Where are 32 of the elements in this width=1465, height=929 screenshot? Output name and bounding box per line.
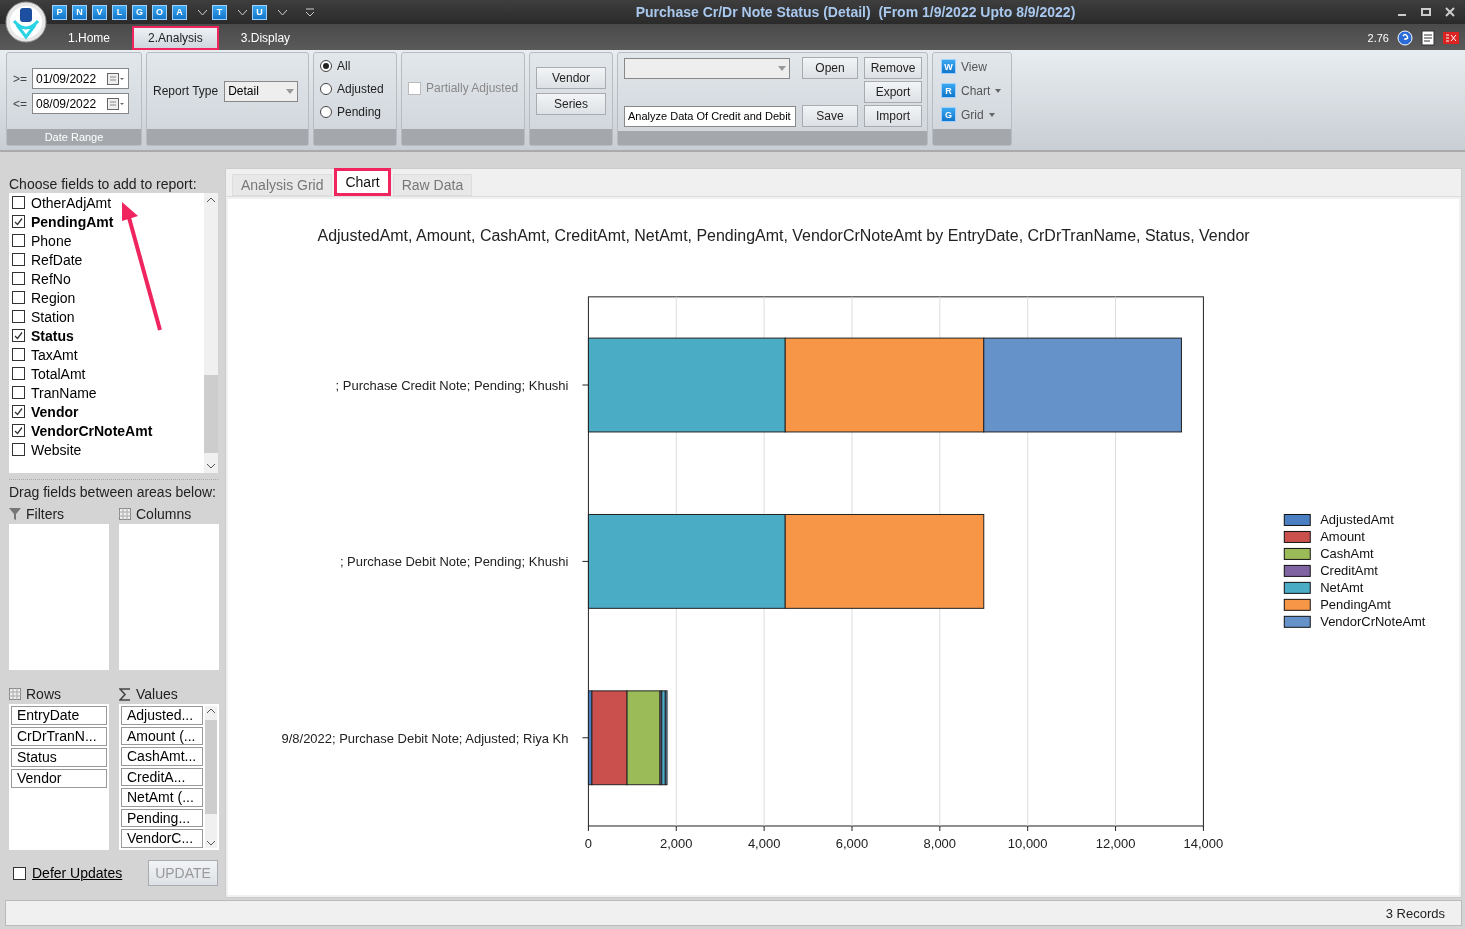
axis-tick-label: 6,000 xyxy=(835,835,869,851)
group-caption: Date Range xyxy=(7,129,141,145)
legend-label: NetAmt xyxy=(1320,580,1364,596)
areas-heading: Drag fields between areas below: xyxy=(9,484,217,500)
axis-tick-label: 0 xyxy=(584,835,592,851)
category-label: 9/8/2022; Purchase Debit Note; Adjusted; Riya Kh xyxy=(281,730,569,746)
window-title: Purchase Cr/Dr Note Status (Detail) (From 1/9/2022 Upto 8/9/2022) xyxy=(634,4,1077,20)
area-label: Values xyxy=(136,686,178,702)
legend-label: Amount xyxy=(1320,529,1365,545)
axis-tick-label: 2,000 xyxy=(660,835,693,851)
axis-tick-label: 12,000 xyxy=(1095,835,1136,851)
field-list-heading: Choose fields to add to report: xyxy=(9,176,198,192)
legend-label: AdjustedAmt xyxy=(1320,512,1394,528)
legend-label: CashAmt xyxy=(1320,546,1374,562)
operator-label: <= xyxy=(13,96,27,111)
record-count: 3 Records xyxy=(1385,905,1445,921)
report-type-label: Report Type xyxy=(153,84,219,98)
axis-tick-label: 10,000 xyxy=(1007,835,1048,851)
legend-label: PendingAmt xyxy=(1320,597,1391,613)
legend-label: VendorCrNoteAmt xyxy=(1320,614,1426,630)
chart-title: AdjustedAmt, Amount, CashAmt, CreditAmt, NetAmt, PendingAmt, VendorCrNoteAmt by EntryDate, CrDrTranName, Status, Vendor xyxy=(317,226,1250,244)
category-label: ; Purchase Credit Note; Pending; Khushi xyxy=(335,378,569,393)
category-label: ; Purchase Debit Note; Pending; Khushi xyxy=(339,554,569,570)
area-label: Columns xyxy=(136,506,192,522)
axis-tick-label: 14,000 xyxy=(1183,835,1224,851)
operator-label: >= xyxy=(13,71,27,86)
legend-label: CreditAmt xyxy=(1320,563,1378,579)
area-label: Rows xyxy=(26,686,61,702)
version-label: 2.76 xyxy=(1367,32,1389,44)
axis-tick-label: 8,000 xyxy=(923,835,957,851)
area-label: Filters xyxy=(26,506,65,522)
axis-tick-label: 4,000 xyxy=(747,835,781,851)
